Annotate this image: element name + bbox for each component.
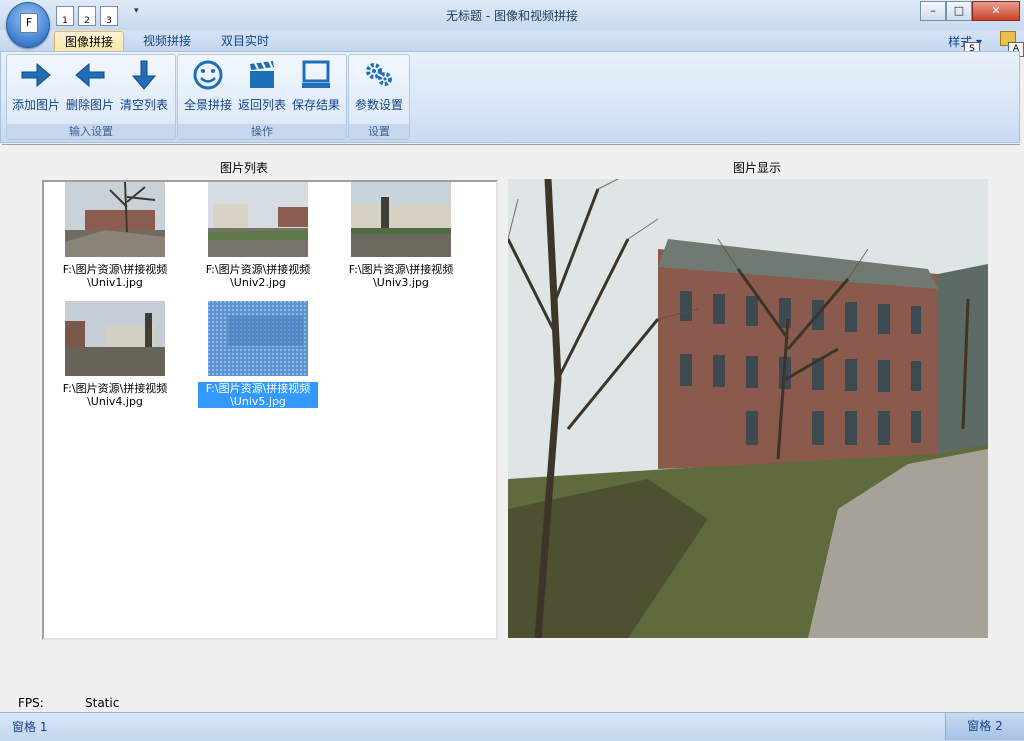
list-item-caption: F:\图片资源\拼接视频 \Univ3.jpg [348,263,454,289]
group-input-settings: 添加图片 删除图片 清空列表 输入设置 [6,54,176,140]
list-item[interactable]: F:\图片资源\拼接视频 \Univ1.jpg [55,182,175,289]
main-area: 图片列表 图片显示 F:\图片资源\拼接视频\Univ1.jpg F:\图片资 [2,144,1020,713]
add-image-label: 添加图片 [11,98,60,112]
return-list-button[interactable]: 返回列表 [236,59,288,113]
list-item-caption: F:\图片资源\拼接视频 \Univ4.jpg [62,382,168,408]
tab-video-stitching[interactable]: 视频拼接 [133,31,201,51]
status-pane-1: 窗格 1 [12,720,48,734]
window-title: 无标题 - 图像和视频拼接 [446,9,578,23]
tab-binocular-realtime[interactable]: 双目实时 [211,31,279,51]
application-menu-button[interactable]: F [6,2,50,48]
close-button[interactable]: ✕ [972,1,1020,21]
minimize-button[interactable]: – [920,1,946,21]
image-display-title: 图片显示 [733,161,782,175]
image-list[interactable]: F:\图片资源\拼接视频 \Univ1.jpg F:\图片资源\拼接视频 \Univ… [42,180,498,640]
gears-icon [366,63,392,86]
image-list-title: 图片列表 [220,161,269,175]
smiley-icon [193,60,223,90]
fps-label: FPS: [18,696,44,710]
list-item[interactable]: F:\图片资源\拼接视频 \Univ5.jpg [198,301,318,408]
parameter-settings-button[interactable]: 参数设置 [353,59,405,113]
arrow-right-icon [21,62,51,88]
ribbon: 添加图片 删除图片 清空列表 输入设置 全景拼接 返回列表 保存结果 操作 参数… [0,51,1020,143]
group-label-operations: 操作 [178,124,346,139]
save-result-button[interactable]: 保存结果 [290,59,342,113]
save-result-label: 保存结果 [291,98,340,112]
thumbnail-image [65,301,165,376]
list-item[interactable]: F:\图片资源\拼接视频 \Univ2.jpg [198,182,318,289]
list-item-caption: F:\图片资源\拼接视频 \Univ1.jpg [62,263,168,289]
clear-list-button[interactable]: 清空列表 [118,59,170,113]
return-list-label: 返回列表 [237,98,286,112]
clear-list-label: 清空列表 [119,98,168,112]
status-bar: 窗格 1 窗格 2 [0,712,1024,741]
group-settings: 参数设置 设置 [348,54,410,140]
title-bar: 1 2 3 ▾ 无标题 - 图像和视频拼接 – □ ✕ [0,0,1024,31]
delete-image-label: 删除图片 [65,98,114,112]
list-item-caption: F:\图片资源\拼接视频 \Univ5.jpg [198,382,318,408]
image-display [508,179,988,638]
group-operations: 全景拼接 返回列表 保存结果 操作 [177,54,347,140]
maximize-button[interactable]: □ [946,1,972,21]
panorama-stitch-label: 全景拼接 [183,98,232,112]
group-label-input-settings: 输入设置 [7,124,175,139]
ribbon-tab-row: 图像拼接 视频拼接 双目实时 样式 ▾ S A [0,30,1024,57]
list-item-caption: F:\图片资源\拼接视频 \Univ2.jpg [205,263,311,289]
tab-image-stitching[interactable]: 图像拼接 [54,31,125,52]
thumbnail-image [208,301,308,376]
thumbnail-image [65,182,165,257]
panorama-stitch-button[interactable]: 全景拼接 [182,59,234,113]
group-label-settings: 设置 [349,124,409,139]
status-pane-2: 窗格 2 [945,713,1024,740]
thumbnail-image [351,182,451,257]
displayed-photo [508,179,988,638]
delete-image-button[interactable]: 删除图片 [64,59,116,113]
fps-value: Static [85,696,120,710]
app-letter: F [20,13,38,33]
arrow-down-icon [131,60,157,90]
monitor-icon [302,60,330,88]
list-item[interactable]: F:\图片资源\拼接视频 \Univ4.jpg [55,301,175,408]
parameter-settings-label: 参数设置 [354,98,403,112]
clapperboard-icon [250,60,274,88]
list-item[interactable]: F:\图片资源\拼接视频 \Univ3.jpg [341,182,461,289]
arrow-left-icon [75,62,105,88]
thumbnail-image [208,182,308,257]
add-image-button[interactable]: 添加图片 [10,59,62,113]
